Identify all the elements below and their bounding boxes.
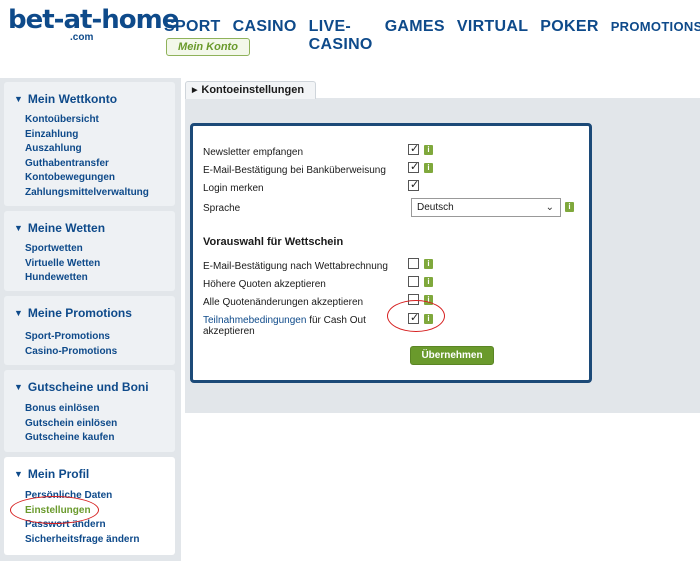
sidebar-item-auszahlung[interactable]: Auszahlung [25,142,149,157]
tab-kontoeinstellungen[interactable]: ▶ Kontoeinstellungen [185,81,316,99]
email-wett-info-icon[interactable]: i [424,259,433,269]
sidebar-item-einzahlung[interactable]: Einzahlung [25,128,149,143]
sidebar-section-meine-wetten: ▼ Meine Wetten Sportwetten Virtuelle Wett… [4,211,175,291]
sidebar-section-title[interactable]: ▼ Mein Wettkonto [14,92,117,106]
triangle-down-icon: ▼ [14,382,23,392]
alle-quoten-checkbox[interactable] [408,294,419,305]
cashout-checkbox[interactable]: ✓ [408,312,420,324]
sidebar-item-virtuelle-wetten[interactable]: Virtuelle Wetten [25,257,100,272]
sprache-label: Sprache [203,203,241,214]
sidebar-section-mein-profil: ▼ Mein Profil Persönliche Daten Einstellu… [4,457,175,555]
bet-at-home-logo[interactable]: bet-at-home .com [8,5,179,43]
sprache-value: Deutsch [417,202,454,213]
triangle-down-icon: ▼ [14,469,23,479]
email-bank-info-icon[interactable]: i [424,163,433,173]
sidebar-item-kontobewegungen[interactable]: Kontobewegungen [25,171,149,186]
triangle-right-icon: ▶ [192,87,198,94]
sidebar-item-persoenliche-daten[interactable]: Persönliche Daten [25,489,139,504]
sidebar-item-gutschein-einloesen[interactable]: Gutschein einlösen [25,417,117,432]
alle-quoten-info-icon[interactable]: i [424,295,433,305]
hoehere-quoten-info-icon[interactable]: i [424,277,433,287]
email-bank-label: E-Mail-Bestätigung bei Banküberweisung [203,165,386,176]
sidebar-item-passwort-aendern[interactable]: Passwort ändern [25,518,139,533]
checkmark-icon: ✓ [410,161,420,173]
triangle-down-icon: ▼ [14,94,23,104]
sidebar-item-guthabentransfer[interactable]: Guthabentransfer [25,157,149,172]
hoehere-quoten-checkbox[interactable] [408,276,419,287]
nav-live-casino[interactable]: LIVE-CASINO [309,18,373,54]
checkmark-icon: ✓ [410,143,420,155]
sidebar-item-einstellungen[interactable]: Einstellungen [25,504,139,519]
sidebar-item-gutscheine-kaufen[interactable]: Gutscheine kaufen [25,431,117,446]
sidebar-item-casino-promotions[interactable]: Casino-Promotions [25,345,117,360]
newsletter-info-icon[interactable]: i [424,145,433,155]
cashout-label: Teilnahmebedingungen für Cash Out [203,315,366,326]
hoehere-quoten-label: Höhere Quoten akzeptieren [203,279,326,290]
sidebar-section-gutscheine-und-boni: ▼ Gutscheine und Boni Bonus einlösen Guts… [4,370,175,452]
sprache-info-icon[interactable]: i [565,202,574,212]
nav-poker[interactable]: POKER [540,18,598,36]
email-wett-checkbox[interactable] [408,258,419,269]
nav-virtual[interactable]: VIRTUAL [457,18,528,36]
login-merken-label: Login merken [203,183,264,194]
sidebar-item-sicherheitsfrage-aendern[interactable]: Sicherheitsfrage ändern [25,533,139,548]
teilnahmebedingungen-link[interactable]: Teilnahmebedingungen [203,315,306,326]
sidebar-section-title[interactable]: ▼ Gutscheine und Boni [14,380,149,394]
uebernehmen-button[interactable]: Übernehmen [410,346,494,365]
checkmark-icon: ✓ [410,312,420,324]
nav-promotions[interactable]: PROMOTIONS [611,19,700,34]
sidebar-item-kontouebersicht[interactable]: Kontoübersicht [25,113,149,128]
section-title-vorauswahl: Vorauswahl für Wettschein [203,236,344,248]
nav-games[interactable]: GAMES [385,18,445,36]
sidebar-section-meine-promotions: ▼ Meine Promotions Sport-Promotions Casin… [4,296,175,365]
cashout-info-icon[interactable]: i [424,314,433,324]
mein-konto-button[interactable]: Mein Konto [166,38,250,56]
sidebar-item-sportwetten[interactable]: Sportwetten [25,242,100,257]
newsletter-label: Newsletter empfangen [203,147,304,158]
sprache-select[interactable]: Deutsch ⌄ [411,198,561,217]
sidebar-section-title[interactable]: ▼ Mein Profil [14,467,89,481]
site-header: bet-at-home .com SPORT CASINO LIVE-CASIN… [0,0,700,72]
alle-quoten-label: Alle Quotenänderungen akzeptieren [203,297,364,308]
cashout-label-line2: akzeptieren [203,326,255,337]
sidebar-section-title[interactable]: ▼ Meine Wetten [14,221,105,235]
triangle-down-icon: ▼ [14,308,23,318]
nav-casino[interactable]: CASINO [233,18,297,36]
sidebar-item-sport-promotions[interactable]: Sport-Promotions [25,330,117,345]
email-bank-checkbox[interactable]: ✓ [408,161,420,173]
nav-sport[interactable]: SPORT [164,18,221,36]
sidebar-section-mein-wettkonto: ▼ Mein Wettkonto Kontoübersicht Einzahlun… [4,82,175,206]
sidebar-item-zahlungsmittelverwaltung[interactable]: Zahlungsmittelverwaltung [25,186,149,201]
triangle-down-icon: ▼ [14,223,23,233]
email-wett-label: E-Mail-Bestätigung nach Wettabrechnung [203,261,388,272]
checkmark-icon: ✓ [410,179,420,191]
newsletter-checkbox[interactable]: ✓ [408,143,420,155]
logo-domain: .com [70,32,94,43]
sidebar-section-title[interactable]: ▼ Meine Promotions [14,306,132,320]
chevron-down-icon: ⌄ [545,202,554,213]
sidebar-item-bonus-einloesen[interactable]: Bonus einlösen [25,402,117,417]
settings-panel: Newsletter empfangen ✓ i E-Mail-Bestätig… [190,123,592,383]
login-merken-checkbox[interactable]: ✓ [408,179,420,191]
logo-text: bet-at-home [8,5,179,35]
sidebar-item-hundewetten[interactable]: Hundewetten [25,271,100,286]
